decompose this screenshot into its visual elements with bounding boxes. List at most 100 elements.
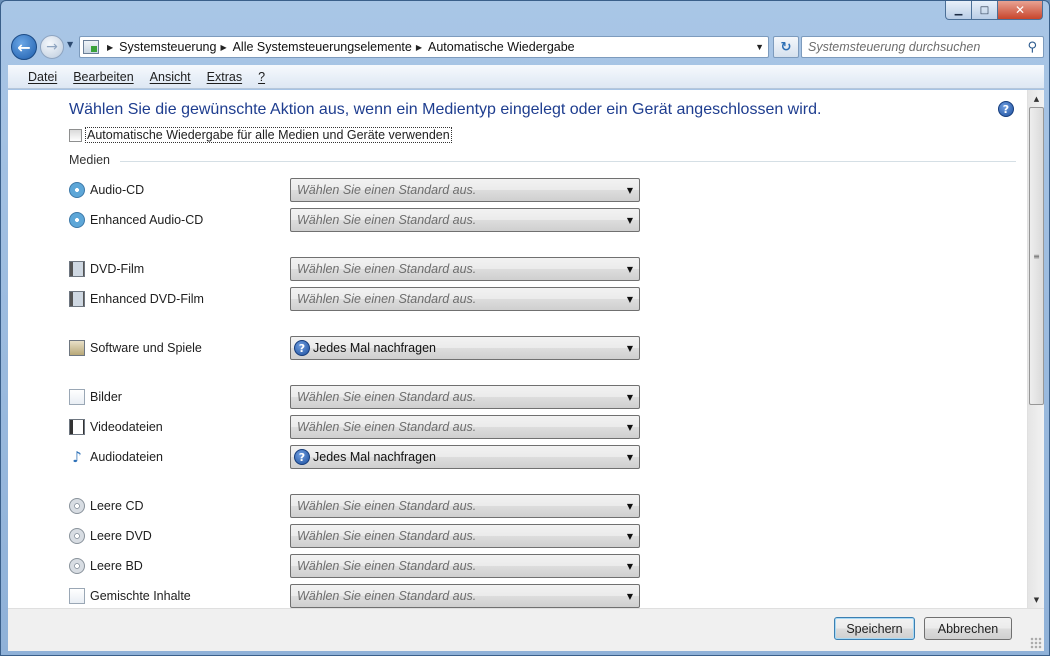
- media-row: Videodateien Wählen Sie einen Standard au…: [69, 415, 649, 439]
- dropdown-arrow-icon[interactable]: ▼: [621, 423, 639, 432]
- menu-extras[interactable]: Extras: [207, 70, 242, 84]
- dropdown-value: Wählen Sie einen Standard aus.: [297, 420, 477, 434]
- breadcrumb-item[interactable]: Systemsteuerung: [119, 40, 216, 54]
- action-dropdown[interactable]: Wählen Sie einen Standard aus. ▼: [290, 385, 640, 409]
- breadcrumb-separator-icon[interactable]: ▶: [107, 43, 113, 52]
- vertical-scrollbar[interactable]: ▲ ≡ ▼: [1027, 90, 1044, 608]
- cancel-button[interactable]: Abbrechen: [924, 617, 1012, 640]
- video-file-icon: [69, 419, 85, 435]
- dropdown-arrow-icon[interactable]: ▼: [621, 592, 639, 601]
- save-button[interactable]: Speichern: [834, 617, 915, 640]
- media-row: ♪ Audiodateien ? Jedes Mal nachfragen ▼: [69, 445, 649, 469]
- action-dropdown[interactable]: Wählen Sie einen Standard aus. ▼: [290, 287, 640, 311]
- action-dropdown[interactable]: Wählen Sie einen Standard aus. ▼: [290, 415, 640, 439]
- breadcrumb-separator-icon[interactable]: ▶: [416, 43, 422, 52]
- dropdown-arrow-icon[interactable]: ▼: [621, 186, 639, 195]
- media-row-label: Leere BD: [90, 559, 143, 573]
- action-dropdown[interactable]: ? Jedes Mal nachfragen ▼: [290, 336, 640, 360]
- action-dropdown[interactable]: Wählen Sie einen Standard aus. ▼: [290, 257, 640, 281]
- media-row: Gemischte Inhalte Wählen Sie einen Standa…: [69, 584, 649, 608]
- search-placeholder: Systemsteuerung durchsuchen: [808, 40, 981, 54]
- action-dropdown[interactable]: Wählen Sie einen Standard aus. ▼: [290, 524, 640, 548]
- caption-buttons: ▁ □ ✕: [945, 1, 1043, 20]
- media-row-label: Leere DVD: [90, 529, 152, 543]
- music-note-icon: ♪: [72, 448, 82, 466]
- section-label-medien: Medien: [69, 153, 110, 167]
- dropdown-value: Wählen Sie einen Standard aus.: [297, 213, 477, 227]
- dropdown-arrow-icon[interactable]: ▼: [621, 453, 639, 462]
- menu-datei[interactable]: Datei: [28, 70, 57, 84]
- media-row: Software und Spiele ? Jedes Mal nachfragen…: [69, 336, 649, 360]
- checkbox-label[interactable]: Automatische Wiedergabe für alle Medien …: [85, 127, 452, 143]
- search-input[interactable]: Systemsteuerung durchsuchen ⚲: [801, 36, 1044, 58]
- address-bar[interactable]: ▶ Systemsteuerung ▶ Alle Systemsteuerung…: [79, 36, 769, 58]
- menu-bearbeiten[interactable]: Bearbeiten: [73, 70, 133, 84]
- refresh-button[interactable]: ↻: [773, 36, 799, 58]
- breadcrumb-separator-icon[interactable]: ▶: [220, 43, 226, 52]
- action-dropdown[interactable]: Wählen Sie einen Standard aus. ▼: [290, 178, 640, 202]
- question-icon: ?: [294, 449, 310, 465]
- minimize-icon: ▁: [954, 4, 963, 16]
- scroll-down-icon[interactable]: ▼: [1028, 591, 1044, 608]
- media-row-label: Software und Spiele: [90, 341, 202, 355]
- blank-bd-icon: [69, 558, 85, 574]
- media-row: Bilder Wählen Sie einen Standard aus. ▼: [69, 385, 649, 409]
- media-row-label: Leere CD: [90, 499, 144, 513]
- search-icon[interactable]: ⚲: [1027, 40, 1037, 55]
- media-row-label: Videodateien: [90, 420, 163, 434]
- back-button[interactable]: ←: [11, 34, 37, 60]
- refresh-icon: ↻: [780, 39, 792, 55]
- resize-grip-icon[interactable]: [1030, 637, 1042, 649]
- action-dropdown[interactable]: Wählen Sie einen Standard aus. ▼: [290, 554, 640, 578]
- checkbox-box[interactable]: [69, 128, 82, 142]
- action-dropdown[interactable]: Wählen Sie einen Standard aus. ▼: [290, 584, 640, 608]
- media-row: Leere DVD Wählen Sie einen Standard aus. ▼: [69, 524, 649, 548]
- close-button[interactable]: ✕: [998, 1, 1043, 20]
- action-dropdown[interactable]: Wählen Sie einen Standard aus. ▼: [290, 208, 640, 232]
- minimize-button[interactable]: ▁: [945, 1, 972, 20]
- dropdown-arrow-icon[interactable]: ▼: [621, 344, 639, 353]
- control-panel-icon: [83, 40, 99, 54]
- maximize-icon: □: [979, 4, 990, 16]
- forward-button[interactable]: →: [40, 35, 64, 59]
- address-dropdown-icon[interactable]: ▼: [755, 42, 764, 52]
- dvd-icon: [69, 261, 85, 277]
- menu-help[interactable]: ?: [258, 70, 265, 84]
- dropdown-arrow-icon[interactable]: ▼: [621, 216, 639, 225]
- action-dropdown[interactable]: ? Jedes Mal nachfragen ▼: [290, 445, 640, 469]
- history-dropdown-icon[interactable]: ▼: [67, 40, 77, 52]
- explorer-window: ▁ □ ✕ ← → ▼ ▶ Systemsteuerung ▶ Alle Sys…: [0, 0, 1050, 656]
- dropdown-arrow-icon[interactable]: ▼: [621, 265, 639, 274]
- media-row: DVD-Film Wählen Sie einen Standard aus. ▼: [69, 257, 649, 281]
- content-pane: ? Wählen Sie die gewünschte Aktion aus, …: [8, 90, 1044, 608]
- dropdown-arrow-icon[interactable]: ▼: [621, 393, 639, 402]
- media-row-label: Gemischte Inhalte: [90, 589, 191, 603]
- dropdown-arrow-icon[interactable]: ▼: [621, 502, 639, 511]
- media-row: Enhanced Audio-CD Wählen Sie einen Standa…: [69, 208, 649, 232]
- dropdown-arrow-icon[interactable]: ▼: [621, 562, 639, 571]
- scroll-up-icon[interactable]: ▲: [1028, 90, 1044, 107]
- dropdown-value: Wählen Sie einen Standard aus.: [297, 499, 477, 513]
- media-row: Leere BD Wählen Sie einen Standard aus. ▼: [69, 554, 649, 578]
- back-arrow-icon: ←: [17, 37, 31, 57]
- dropdown-arrow-icon[interactable]: ▼: [621, 532, 639, 541]
- dropdown-value: Wählen Sie einen Standard aus.: [297, 559, 477, 573]
- blank-dvd-icon: [69, 528, 85, 544]
- blank-cd-icon: [69, 498, 85, 514]
- media-row-label: Audiodateien: [90, 450, 163, 464]
- media-row-label: Audio-CD: [90, 183, 145, 197]
- dropdown-value: Wählen Sie einen Standard aus.: [297, 529, 477, 543]
- action-dropdown[interactable]: Wählen Sie einen Standard aus. ▼: [290, 494, 640, 518]
- help-icon[interactable]: ?: [998, 101, 1014, 117]
- breadcrumb-item[interactable]: Automatische Wiedergabe: [428, 40, 575, 54]
- menu-bar: Datei Bearbeiten Ansicht Extras ?: [8, 65, 1044, 89]
- autoplay-all-checkbox[interactable]: Automatische Wiedergabe für alle Medien …: [69, 127, 452, 143]
- forward-arrow-icon: →: [46, 39, 58, 55]
- scrollbar-thumb[interactable]: ≡: [1029, 107, 1044, 405]
- breadcrumb-item[interactable]: Alle Systemsteuerungselemente: [233, 40, 412, 54]
- media-row: Leere CD Wählen Sie einen Standard aus. ▼: [69, 494, 649, 518]
- dropdown-arrow-icon[interactable]: ▼: [621, 295, 639, 304]
- menu-ansicht[interactable]: Ansicht: [150, 70, 191, 84]
- media-row-label: Bilder: [90, 390, 122, 404]
- maximize-button[interactable]: □: [972, 1, 998, 20]
